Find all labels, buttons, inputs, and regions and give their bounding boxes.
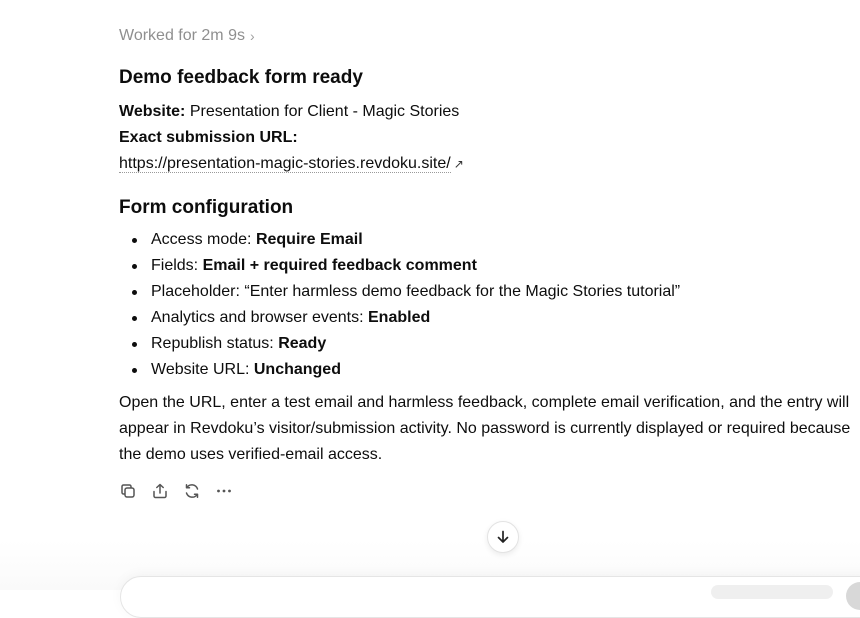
worked-duration-toggle[interactable]: Worked for 2m 9s › — [119, 26, 255, 46]
regenerate-icon — [185, 484, 199, 498]
item-value: Email + required feedback comment — [202, 257, 477, 274]
share-icon — [153, 483, 167, 499]
more-button[interactable] — [215, 481, 233, 501]
share-button[interactable] — [151, 481, 169, 501]
scroll-to-bottom-button[interactable] — [487, 521, 519, 553]
list-item: Republish status: Ready — [119, 331, 680, 357]
composer-control[interactable] — [711, 585, 833, 599]
url-label: Exact submission URL: — [119, 129, 298, 146]
external-link-icon: ↗ — [453, 157, 464, 171]
paragraph-line: Open the URL, enter a test email and har… — [119, 394, 850, 411]
item-label: Access mode: — [151, 231, 256, 248]
item-label: Website URL: — [151, 361, 254, 378]
list-item: Fields: Email + required feedback commen… — [119, 253, 680, 279]
chevron-right-icon: › — [249, 28, 255, 44]
list-item: Access mode: Require Email — [119, 227, 680, 253]
item-label: Republish status: — [151, 335, 279, 352]
url-row: https://presentation-magic-stories.revdo… — [119, 152, 464, 176]
website-row: Website: Presentation for Client - Magic… — [119, 100, 459, 124]
more-icon — [217, 489, 231, 493]
list-item: Analytics and browser events: Enabled — [119, 305, 680, 331]
list-item: Placeholder: “Enter harmless demo feedba… — [119, 279, 680, 305]
website-value: Presentation for Client - Magic Stories — [189, 103, 460, 120]
item-value: Ready — [278, 335, 327, 352]
regenerate-button[interactable] — [183, 481, 201, 501]
message-actions — [119, 481, 233, 501]
worked-duration-label: Worked for 2m 9s — [119, 27, 245, 44]
paragraph-line: appear in Revdoku’s visitor/submission a… — [119, 420, 851, 437]
list-item: Website URL: Unchanged — [119, 357, 680, 383]
section-title-config: Form configuration — [119, 197, 294, 218]
config-list: Access mode: Require Email Fields: Email… — [119, 227, 680, 383]
item-label: Analytics and browser events: — [151, 309, 368, 326]
item-label: Fields: — [151, 257, 203, 274]
website-label: Website: — [119, 103, 186, 120]
item-label: Placeholder: “Enter harmless demo feedba… — [151, 283, 681, 300]
item-value: Unchanged — [253, 361, 341, 378]
section-title-ready: Demo feedback form ready — [119, 67, 363, 88]
instructions-paragraph: Open the URL, enter a test email and har… — [119, 390, 860, 468]
item-value: Require Email — [255, 231, 363, 248]
submission-url-link[interactable]: https://presentation-magic-stories.revdo… — [119, 155, 451, 173]
copy-button[interactable] — [119, 481, 137, 501]
paragraph-line: the demo uses verified-email access. — [119, 446, 383, 463]
copy-icon — [121, 484, 135, 498]
item-value: Enabled — [368, 309, 431, 326]
arrow-down-icon — [497, 530, 509, 543]
